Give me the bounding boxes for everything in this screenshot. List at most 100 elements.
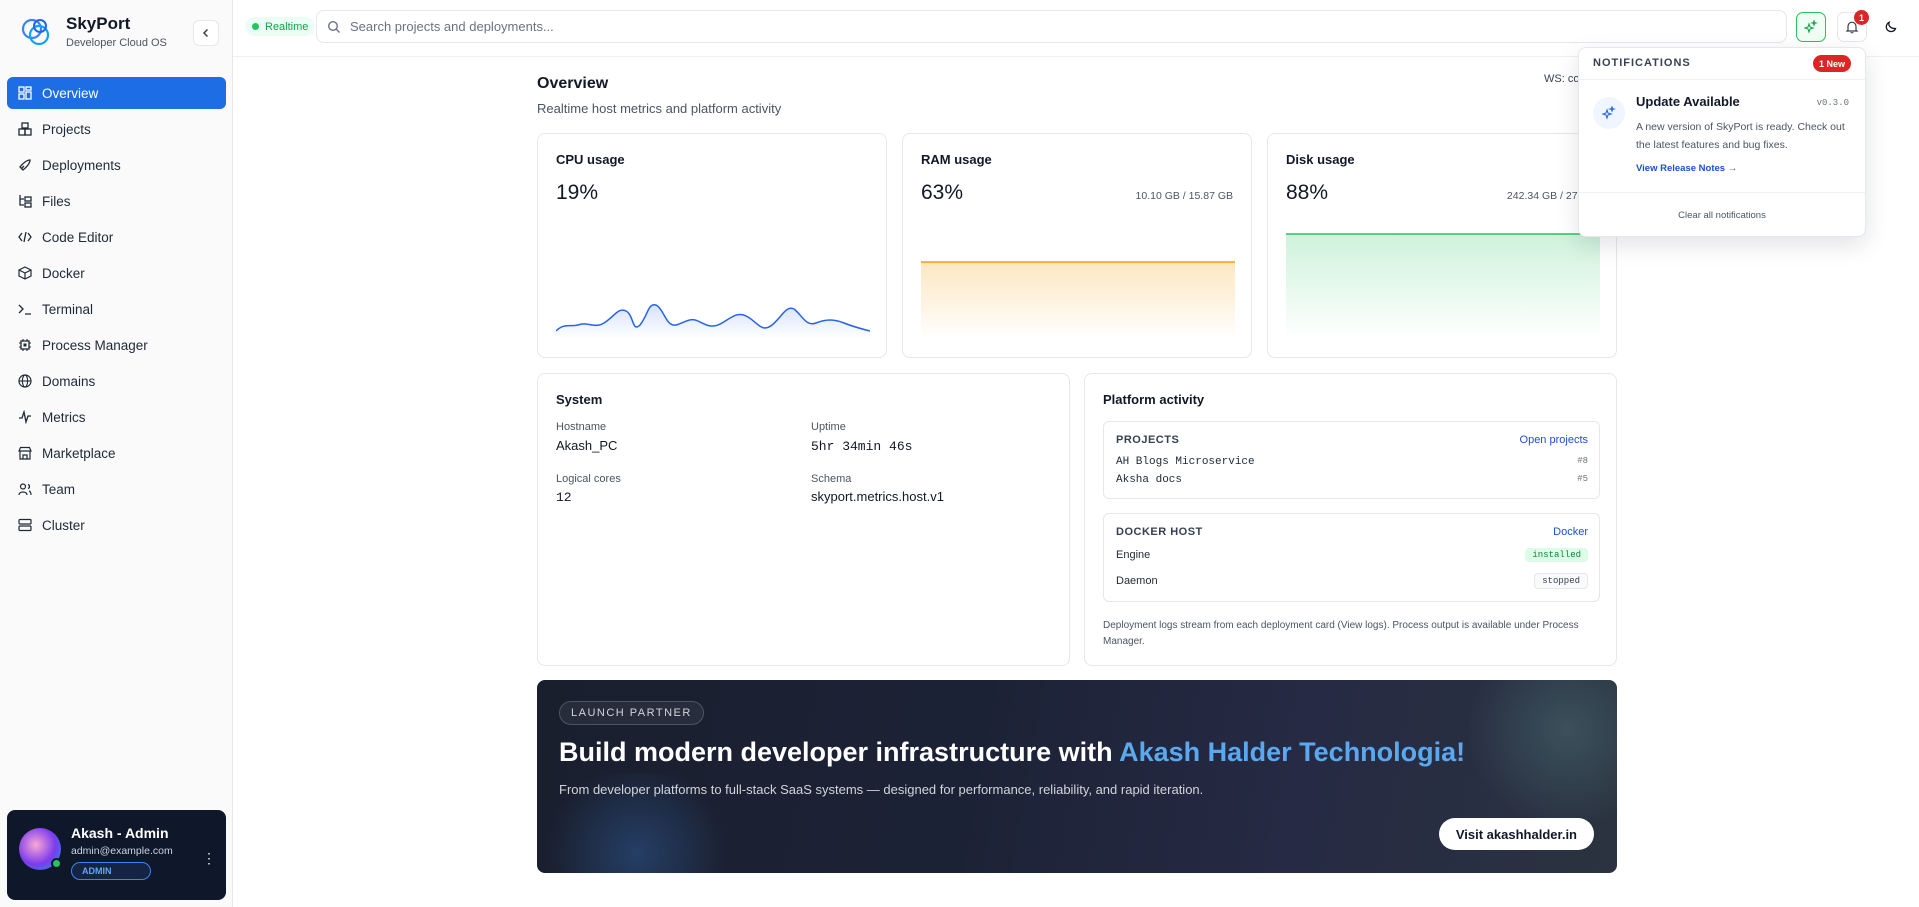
notifications-header: NOTIFICATIONS 1 New: [1579, 48, 1865, 80]
sidebar-item-files[interactable]: Files: [7, 185, 226, 217]
websocket-status: WS: co: [1544, 73, 1580, 85]
schema-label: Schema: [811, 473, 852, 485]
sidebar-item-label: Cluster: [42, 517, 85, 533]
sidebar-item-cluster[interactable]: Cluster: [7, 509, 226, 541]
sidebar-item-label: Overview: [42, 85, 99, 101]
more-vertical-icon[interactable]: ⋮: [202, 850, 216, 867]
sidebar-item-label: Terminal: [42, 301, 94, 317]
uptime-label: Uptime: [811, 421, 846, 433]
system-card: System Hostname Akash_PC Uptime 5hr 34mi…: [537, 373, 1070, 666]
sidebar-item-label: Metrics: [42, 409, 86, 425]
user-card[interactable]: Akash - Admin admin@example.com ADMIN ⋮: [7, 810, 226, 900]
sidebar-item-code-editor[interactable]: Code Editor: [7, 221, 226, 253]
server-icon: [18, 518, 32, 532]
banner-subtitle: From developer platforms to full-stack S…: [559, 782, 1204, 797]
sidebar-item-deployments[interactable]: Deployments: [7, 149, 226, 181]
notification-title: Update Available: [1636, 94, 1740, 109]
notifications-button[interactable]: 1: [1837, 10, 1869, 42]
collapse-sidebar-button[interactable]: [193, 20, 219, 46]
sidebar-item-docker[interactable]: Docker: [7, 257, 226, 289]
project-number: #5: [1577, 474, 1588, 484]
hostname-label: Hostname: [556, 421, 607, 433]
boxes-icon: [18, 122, 32, 136]
hostname-value: Akash_PC: [556, 438, 618, 453]
schema-value: skyport.metrics.host.v1: [811, 489, 944, 504]
sidebar-item-label: Files: [42, 193, 71, 209]
platform-activity-title: Platform activity: [1103, 392, 1205, 407]
disk-usage-title: Disk usage: [1286, 152, 1355, 167]
notification-body: A new version of SkyPort is ready. Check…: [1636, 121, 1845, 151]
sidebar-item-terminal[interactable]: Terminal: [7, 293, 226, 325]
banner-headline-text: Build modern developer infrastructure wi…: [559, 737, 1120, 767]
project-name: Aksha docs: [1116, 474, 1183, 486]
rocket-icon: [19, 159, 31, 171]
activity-icon: [19, 410, 31, 424]
code-icon: [18, 231, 32, 243]
sidebar-item-label: Docker: [42, 265, 85, 281]
sidebar-item-overview[interactable]: Overview: [7, 77, 226, 109]
page-subtitle: Realtime host metrics and platform activ…: [537, 101, 782, 116]
system-title: System: [556, 392, 603, 407]
list-item[interactable]: AH Blogs Microservice #8: [1116, 456, 1588, 468]
brand-name: SkyPort: [66, 14, 131, 33]
disk-usage-card: Disk usage 88% 242.34 GB / 275.49: [1267, 133, 1617, 358]
user-name: Akash - Admin: [71, 825, 169, 841]
user-email: admin@example.com: [71, 845, 173, 857]
sidebar-item-process-manager[interactable]: Process Manager: [7, 329, 226, 361]
role-badge: ADMIN: [71, 862, 151, 880]
projects-panel: PROJECTS Open projects AH Blogs Microser…: [1103, 421, 1600, 499]
sidebar-item-marketplace[interactable]: Marketplace: [7, 437, 226, 469]
daemon-status-badge: stopped: [1534, 573, 1588, 589]
visit-website-button[interactable]: Visit akashhalder.in: [1438, 818, 1594, 850]
logical-cores-label: Logical cores: [556, 473, 621, 485]
view-release-notes-link[interactable]: View Release Notes →: [1636, 163, 1737, 174]
moon-icon: [1885, 20, 1897, 33]
list-item[interactable]: Aksha docs #5: [1116, 474, 1588, 486]
realtime-label: Realtime: [265, 20, 309, 33]
ram-usage-sparkline: [921, 261, 1235, 339]
projects-heading: PROJECTS: [1116, 434, 1180, 446]
realtime-status-badge: Realtime: [245, 17, 316, 36]
clear-notifications-button[interactable]: Clear all notifications: [1579, 192, 1865, 238]
page-title: Overview: [537, 75, 609, 92]
folder-tree-icon: [19, 195, 32, 208]
whats-new-button[interactable]: [1796, 12, 1826, 42]
sidebar-item-label: Marketplace: [42, 445, 116, 461]
brand[interactable]: SkyPort Developer Cloud OS: [18, 14, 167, 50]
store-icon: [18, 446, 32, 460]
engine-label: Engine: [1116, 549, 1151, 561]
open-projects-link[interactable]: Open projects: [1520, 434, 1588, 446]
sidebar-item-label: Projects: [42, 121, 91, 137]
online-status-dot: [51, 858, 62, 869]
project-name: AH Blogs Microservice: [1116, 456, 1255, 468]
sidebar-nav: Overview Projects Deployments Files Code…: [7, 77, 226, 545]
docker-link[interactable]: Docker: [1553, 526, 1588, 538]
cpu-usage-sparkline: [556, 304, 870, 339]
sidebar-item-label: Team: [42, 481, 76, 497]
globe-icon: [18, 374, 32, 388]
activity-note: Deployment logs stream from each deploym…: [1103, 620, 1579, 647]
ram-usage-detail: 10.10 GB / 15.87 GB: [1135, 190, 1233, 202]
project-number: #8: [1577, 456, 1588, 466]
sidebar-item-team[interactable]: Team: [7, 473, 226, 505]
sidebar-item-label: Deployments: [42, 157, 121, 173]
cpu-icon: [19, 339, 31, 351]
sidebar-item-domains[interactable]: Domains: [7, 365, 226, 397]
sparkles-icon: [1804, 20, 1818, 34]
sidebar-item-metrics[interactable]: Metrics: [7, 401, 226, 433]
sparkles-icon: [1593, 97, 1625, 129]
search-bar[interactable]: [316, 10, 1787, 43]
chevron-left-icon: [202, 28, 209, 38]
live-dot-icon: [252, 23, 259, 30]
engine-row: Engine installed: [1116, 548, 1588, 562]
theme-toggle-button[interactable]: [1876, 12, 1906, 42]
platform-activity-card: Platform activity PROJECTS Open projects…: [1084, 373, 1617, 666]
users-icon: [18, 483, 32, 496]
cpu-usage-percent: 19%: [556, 181, 599, 204]
notification-count-badge: 1: [1854, 10, 1869, 25]
notifications-panel: NOTIFICATIONS 1 New Update Available v0.…: [1578, 47, 1866, 237]
ram-usage-title: RAM usage: [921, 152, 992, 167]
sidebar-item-projects[interactable]: Projects: [7, 113, 226, 145]
container-icon: [18, 266, 32, 280]
search-input[interactable]: [350, 19, 1750, 34]
